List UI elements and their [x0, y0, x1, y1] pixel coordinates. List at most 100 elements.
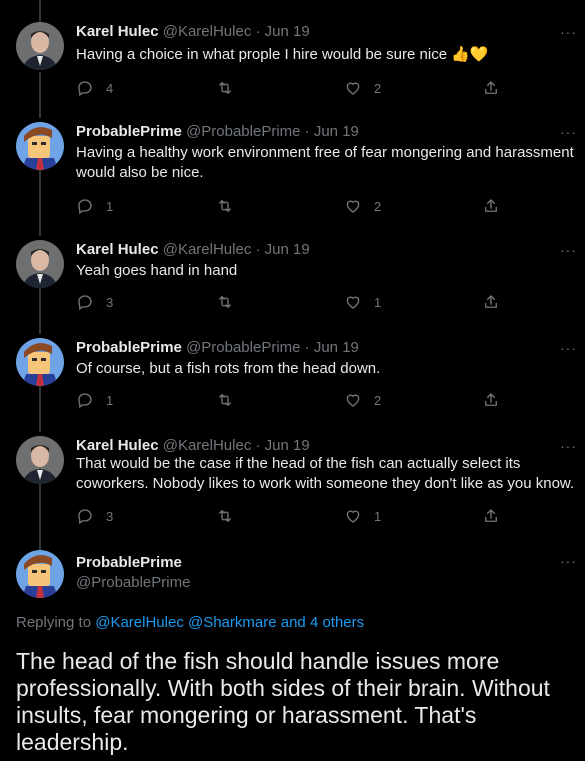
others-link[interactable]: and 4 others — [281, 614, 364, 631]
avatar-probableprime[interactable] — [16, 122, 64, 170]
reply-button[interactable]: 4 — [76, 79, 113, 97]
reply-count: 3 — [106, 508, 114, 524]
more-icon[interactable]: ··· — [560, 24, 577, 40]
share-button[interactable] — [482, 507, 500, 525]
retweet-button[interactable] — [216, 507, 246, 525]
heart-icon — [344, 507, 362, 525]
tweet-header: Karel Hulec @KarelHulec · Jun 19 — [76, 436, 310, 456]
tweet[interactable]: Karel Hulec @KarelHulec · Jun 19 ··· Hav… — [0, 0, 585, 118]
like-button[interactable]: 1 — [344, 507, 381, 525]
focused-tweet-text: The head of the fish should handle issue… — [16, 648, 550, 755]
like-button[interactable]: 1 — [344, 293, 381, 311]
avatar-karel-hulec[interactable] — [16, 436, 64, 484]
reply-button[interactable]: 1 — [76, 391, 113, 409]
reply-count: 1 — [106, 198, 114, 214]
tweet[interactable]: Karel Hulec @KarelHulec · Jun 19 ··· Yea… — [0, 236, 585, 334]
like-button[interactable]: 2 — [344, 197, 381, 215]
more-icon[interactable]: ··· — [560, 242, 577, 258]
share-icon — [482, 507, 500, 525]
tweet-date[interactable]: Jun 19 — [265, 23, 310, 40]
reply-count: 1 — [106, 392, 114, 408]
reply-count: 3 — [106, 294, 114, 310]
heart-icon — [344, 197, 362, 215]
avatar-karel-hulec[interactable] — [16, 240, 64, 288]
author-handle[interactable]: @ProbablePrime — [76, 573, 190, 593]
tweet-header: Karel Hulec @KarelHulec · Jun 19 — [76, 240, 310, 260]
more-icon[interactable]: ··· — [560, 438, 577, 454]
like-count: 1 — [374, 294, 382, 310]
reply-button[interactable]: 3 — [76, 293, 113, 311]
author-handle[interactable]: @KarelHulec — [163, 437, 252, 454]
author-name[interactable]: Karel Hulec — [76, 241, 159, 258]
tweet[interactable]: Karel Hulec @KarelHulec · Jun 19 ··· Tha… — [0, 432, 585, 550]
tweet-date[interactable]: Jun 19 — [265, 437, 310, 454]
retweet-icon — [216, 507, 234, 525]
reply-button[interactable]: 1 — [76, 197, 113, 215]
retweet-icon — [216, 197, 234, 215]
tweet-text: Having a choice in what prople I hire wo… — [76, 45, 576, 65]
like-button[interactable]: 2 — [344, 79, 381, 97]
retweet-button[interactable] — [216, 293, 246, 311]
avatar-probableprime[interactable] — [16, 550, 64, 598]
share-button[interactable] — [482, 391, 500, 409]
share-button[interactable] — [482, 197, 500, 215]
tweet[interactable]: ProbablePrime @ProbablePrime · Jun 19 ··… — [0, 334, 585, 432]
reply-icon — [76, 197, 94, 215]
share-button[interactable] — [482, 79, 500, 97]
heart-icon — [344, 391, 362, 409]
more-icon[interactable]: ··· — [560, 340, 577, 356]
author-name[interactable]: Karel Hulec — [76, 23, 159, 40]
tweet-text: Of course, but a fish rots from the head… — [76, 360, 381, 377]
like-count: 1 — [374, 508, 382, 524]
tweet-text: Having a healthy work environment free o… — [76, 144, 574, 181]
heart-icon — [344, 79, 362, 97]
avatar-karel-hulec[interactable] — [16, 22, 64, 70]
more-icon[interactable]: ··· — [560, 124, 577, 140]
share-icon — [482, 79, 500, 97]
more-icon[interactable]: ··· — [560, 553, 577, 569]
retweet-icon — [216, 391, 234, 409]
separator-dot: · — [255, 241, 261, 258]
separator-dot: · — [255, 437, 261, 454]
author-name[interactable]: ProbablePrime — [76, 123, 182, 140]
author-name[interactable]: ProbablePrime — [76, 339, 182, 356]
author-handle[interactable]: @KarelHulec — [163, 23, 252, 40]
share-icon — [482, 197, 500, 215]
share-icon — [482, 391, 500, 409]
mention-link[interactable]: @Sharkmare — [188, 614, 277, 631]
reply-icon — [76, 391, 94, 409]
reply-button[interactable]: 3 — [76, 507, 113, 525]
retweet-icon — [216, 79, 234, 97]
share-button[interactable] — [482, 293, 500, 311]
reply-icon — [76, 293, 94, 311]
retweet-button[interactable] — [216, 197, 246, 215]
like-button[interactable]: 2 — [344, 391, 381, 409]
author-handle[interactable]: @ProbablePrime — [186, 123, 300, 140]
heart-icon — [344, 293, 362, 311]
like-count: 2 — [374, 392, 382, 408]
reply-icon — [76, 79, 94, 97]
retweet-icon — [216, 293, 234, 311]
tweet-header: ProbablePrime @ProbablePrime · Jun 19 — [76, 122, 359, 142]
tweet-date[interactable]: Jun 19 — [265, 241, 310, 258]
avatar-probableprime[interactable] — [16, 338, 64, 386]
author-handle[interactable]: @ProbablePrime — [186, 339, 300, 356]
tweet-actions: 4 2 — [76, 79, 506, 99]
retweet-button[interactable] — [216, 79, 246, 97]
author-name[interactable]: Karel Hulec — [76, 437, 159, 454]
separator-dot: · — [304, 123, 310, 140]
tweet-date[interactable]: Jun 19 — [314, 339, 359, 356]
tweet[interactable]: ProbablePrime @ProbablePrime · Jun 19 ··… — [0, 118, 585, 236]
author-name[interactable]: ProbablePrime — [76, 553, 182, 573]
retweet-button[interactable] — [216, 391, 246, 409]
tweet-actions: 3 1 — [76, 293, 506, 313]
author-handle[interactable]: @KarelHulec — [163, 241, 252, 258]
tweet-date[interactable]: Jun 19 — [314, 123, 359, 140]
separator-dot: · — [304, 339, 310, 356]
mention-link[interactable]: @KarelHulec — [95, 614, 184, 631]
replying-to: Replying to @KarelHulec @Sharkmare and 4… — [16, 613, 364, 633]
tweet-text: That would be the case if the head of th… — [76, 455, 575, 492]
tweet-actions: 1 2 — [76, 197, 506, 217]
tweet-header: Karel Hulec @KarelHulec · Jun 19 — [76, 22, 310, 42]
tweet-text: Yeah goes hand in hand — [76, 262, 238, 279]
